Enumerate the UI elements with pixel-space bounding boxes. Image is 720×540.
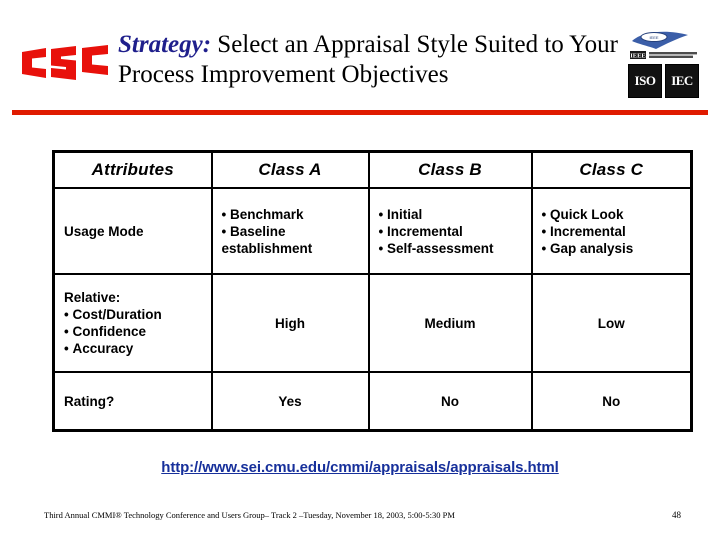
- slide-number: 48: [672, 510, 681, 520]
- page-title: Strategy: Select an Appraisal Style Suit…: [118, 30, 630, 90]
- cell-relative-class-b: Medium: [367, 273, 533, 373]
- column-header-attributes: Attributes: [52, 150, 213, 189]
- svg-text:IEEE: IEEE: [649, 35, 658, 40]
- column-header-class-a: Class A: [210, 150, 370, 189]
- cell-rating-class-c: No: [530, 371, 693, 432]
- iso-logo-icon: ISO: [628, 64, 662, 98]
- list-item: Benchmark: [222, 206, 359, 223]
- list-item: Baseline: [222, 223, 359, 240]
- list-item: Incremental: [542, 223, 682, 240]
- list-item: Accuracy: [64, 340, 202, 357]
- rating-label: Rating?: [64, 393, 115, 409]
- svg-text:IEEE: IEEE: [630, 53, 646, 60]
- list-item: Incremental: [379, 223, 522, 240]
- appraisal-class-table: Attributes Class A Class B Class C Usage…: [52, 150, 693, 432]
- csc-logo: [20, 42, 112, 84]
- column-header-class-b: Class B: [367, 150, 533, 189]
- list-item: Cost/Duration: [64, 306, 202, 323]
- standards-badges: IEEE IEEE ISO IEC: [616, 28, 712, 104]
- sei-appraisals-link[interactable]: http://www.sei.cmu.edu/cmmi/appraisals/a…: [161, 459, 559, 476]
- cell-attribute-rating: Rating?: [52, 371, 213, 432]
- header-divider: [12, 110, 708, 115]
- list-item: establishment: [221, 240, 313, 256]
- iso-iec-logos: ISO IEC: [628, 64, 700, 98]
- cell-relative-class-a: High: [210, 273, 370, 373]
- list-item: Quick Look: [542, 206, 682, 223]
- table-row: Rating? Yes No No: [52, 371, 693, 432]
- cell-rating-class-a: Yes: [210, 371, 370, 432]
- table-row: Relative: Cost/Duration Confidence Accur…: [52, 273, 693, 373]
- iec-logo-icon: IEC: [665, 64, 699, 98]
- cell-usage-mode-class-b: Initial Incremental Self-assessment: [367, 187, 533, 275]
- cell-rating-class-b: No: [367, 371, 533, 432]
- list-item: Self-assessment: [379, 240, 522, 257]
- sei-link-row: http://www.sei.cmu.edu/cmmi/appraisals/a…: [0, 459, 720, 477]
- cell-usage-mode-class-a: Benchmark Baseline establishment: [210, 187, 370, 275]
- usage-mode-class-c-list: Quick Look Incremental Gap analysis: [542, 206, 682, 257]
- usage-mode-label: Usage Mode: [64, 223, 144, 239]
- list-item: Initial: [379, 206, 522, 223]
- cell-relative-class-c: Low: [530, 273, 693, 373]
- column-header-class-c: Class C: [530, 150, 693, 189]
- usage-mode-class-b-list: Initial Incremental Self-assessment: [379, 206, 522, 257]
- title-lead: Strategy:: [118, 31, 212, 58]
- relative-attribute-list: Relative: Cost/Duration Confidence Accur…: [64, 289, 202, 357]
- table-header-row: Attributes Class A Class B Class C: [52, 150, 693, 189]
- ieee-logo-icon: IEEE IEEE: [626, 28, 702, 60]
- cell-attribute-usage-mode: Usage Mode: [52, 187, 213, 275]
- list-item: Confidence: [64, 323, 202, 340]
- cell-attribute-relative: Relative: Cost/Duration Confidence Accur…: [52, 273, 213, 373]
- table-row: Usage Mode Benchmark Baseline establishm…: [52, 187, 693, 275]
- usage-mode-class-a-list: Benchmark Baseline establishment: [222, 206, 359, 257]
- list-item: Gap analysis: [542, 240, 682, 257]
- list-item: Relative:: [64, 290, 121, 305]
- slide-header: Strategy: Select an Appraisal Style Suit…: [0, 0, 720, 115]
- footer-text: Third Annual CMMI® Technology Conference…: [44, 510, 455, 520]
- cell-usage-mode-class-c: Quick Look Incremental Gap analysis: [530, 187, 693, 275]
